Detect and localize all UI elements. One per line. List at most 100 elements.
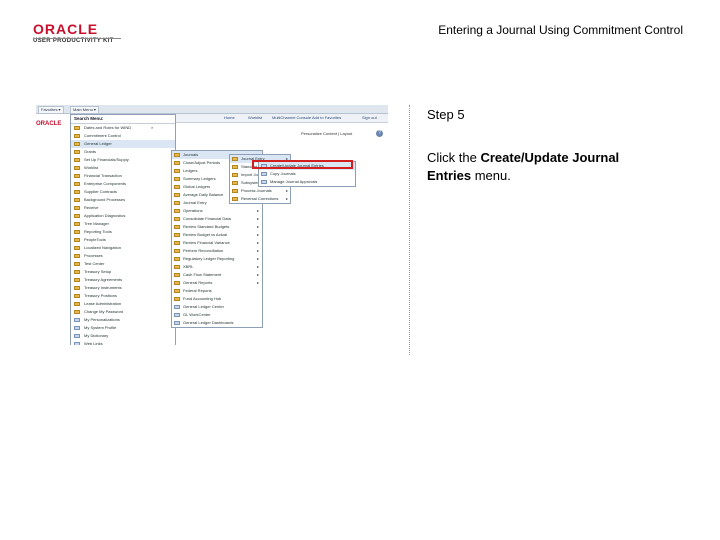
main-menu-item[interactable]: Treasury Instruments [71, 284, 175, 292]
general-ledger-submenu-item[interactable]: Consolidate Financial Data ▸ [172, 215, 262, 223]
general-ledger-submenu-item[interactable]: GL WorkCenter [172, 311, 262, 319]
folder-icon [174, 233, 180, 237]
main-menu-item[interactable]: Test Center [71, 260, 175, 268]
general-ledger-submenu-item[interactable]: Review Financial Variance ▸ [172, 239, 262, 247]
journal-entry-submenu-item[interactable]: Copy Journals [259, 170, 355, 178]
logo-rule [33, 38, 121, 39]
main-menu-item[interactable]: Reporting Tools [71, 228, 175, 236]
help-icon[interactable]: ? [376, 130, 383, 137]
chevron-right-icon: ▸ [256, 216, 259, 221]
main-menu-item-label: Web Links [84, 341, 103, 345]
tab-main-menu[interactable]: Main Menu ▾ [70, 106, 99, 114]
main-menu-item[interactable]: Set Up Financials/Supply [71, 156, 175, 164]
journal-entry-submenu-item-label: Manage Journal Approvals [270, 179, 318, 184]
folder-icon [174, 281, 180, 285]
main-menu-item-label: Application Diagnostics [84, 213, 126, 218]
folder-icon [174, 273, 180, 277]
main-menu-item[interactable]: Processes [71, 252, 175, 260]
main-menu-item[interactable]: Grants [71, 148, 175, 156]
document-icon [74, 326, 80, 330]
main-menu-item-label: Set Up Financials/Supply [84, 157, 129, 162]
main-menu-item[interactable]: Lease Administration [71, 300, 175, 308]
link-add-to-favorites[interactable]: Add to Favorites [312, 115, 341, 120]
folder-icon [74, 174, 80, 178]
main-menu-item[interactable]: Application Diagnostics [71, 212, 175, 220]
link-sign-out[interactable]: Sign out [362, 115, 377, 120]
main-menu-item[interactable]: Financial Transaction [71, 172, 175, 180]
general-ledger-submenu-item[interactable]: Federal Reports [172, 287, 262, 295]
document-icon [74, 342, 80, 345]
instruction-suffix: menu. [471, 168, 511, 183]
chevron-right-icon: ▸ [256, 256, 259, 261]
step-number: Step 5 [427, 107, 465, 122]
main-menu-item-label: Background Processes [84, 197, 126, 202]
document-icon [261, 180, 267, 184]
main-menu-item-label: Change My Password [84, 309, 124, 314]
main-menu-item[interactable]: Treasury Setup [71, 268, 175, 276]
main-menu-item[interactable]: Web Links [71, 340, 175, 345]
main-menu-item[interactable]: My System Profile [71, 324, 175, 332]
main-menu-item[interactable]: Background Processes [71, 196, 175, 204]
folder-icon [74, 254, 80, 258]
general-ledger-submenu-item[interactable]: Perform Reconciliation ▸ [172, 247, 262, 255]
main-menu-item[interactable]: Worklist [71, 164, 175, 172]
folder-icon [74, 158, 80, 162]
general-ledger-submenu-item[interactable]: Review Standard Budgets ▸ [172, 223, 262, 231]
main-menu-item[interactable]: My Personalizations [71, 316, 175, 324]
journal-entry-submenu-item[interactable]: Manage Journal Approvals [259, 178, 355, 186]
main-menu-item-label: PeopleTools [84, 237, 106, 242]
main-menu-item[interactable]: Change My Password [71, 308, 175, 316]
chevron-right-icon: ▸ [285, 188, 288, 193]
main-menu-item-label: Treasury Setup [84, 269, 112, 274]
general-ledger-submenu-item-label: GL WorkCenter [183, 312, 211, 317]
general-ledger-submenu-item[interactable]: Fund Accounting Hub [172, 295, 262, 303]
general-ledger-submenu-item-label: Journal Entry [183, 200, 207, 205]
general-ledger-submenu-item[interactable]: Operations ▸ [172, 207, 262, 215]
main-menu-item[interactable]: Supplier Contracts [71, 188, 175, 196]
main-menu-item[interactable]: Treasury Agreements [71, 276, 175, 284]
journals-submenu-item[interactable]: Process Journals ▸ [230, 187, 290, 195]
document-icon [174, 313, 180, 317]
personalize-links[interactable]: Personalize Content | Layout [301, 131, 352, 136]
general-ledger-submenu-item[interactable]: XBRL ▸ [172, 263, 262, 271]
journals-submenu-item[interactable]: Reversal Corrections ▸ [230, 195, 290, 203]
tab-favorites[interactable]: Favorites ▾ [38, 106, 64, 114]
main-menu-item[interactable]: Enterprise Components [71, 180, 175, 188]
general-ledger-submenu-item[interactable]: General Ledger Center [172, 303, 262, 311]
main-menu-item[interactable]: My Dictionary [71, 332, 175, 340]
general-ledger-submenu-item[interactable]: Cash Flow Statement ▸ [172, 271, 262, 279]
main-menu-item[interactable]: PeopleTools [71, 236, 175, 244]
folder-icon [74, 198, 80, 202]
chevron-right-icon: ▸ [256, 272, 259, 277]
main-menu-item[interactable]: General Ledger [71, 140, 175, 148]
main-menu-item[interactable]: Commitment Control [71, 132, 175, 140]
general-ledger-submenu-item-label: General Ledger Center [183, 304, 224, 309]
folder-icon [174, 217, 180, 221]
folder-icon [74, 286, 80, 290]
link-home[interactable]: Home [224, 115, 235, 120]
portal-tab-bar: Favorites ▾ Main Menu ▾ [36, 105, 388, 114]
main-menu-item[interactable]: Dates and Roles for WIND [71, 124, 175, 132]
document-icon [261, 172, 267, 176]
general-ledger-submenu-item-label: Operations [183, 208, 203, 213]
main-menu-item-label: My System Profile [84, 325, 117, 330]
main-menu-item-label: Treasury Agreements [84, 277, 123, 282]
general-ledger-submenu-item[interactable]: General Ledger Dashboards [172, 319, 262, 327]
link-worklist[interactable]: Worklist [248, 115, 262, 120]
main-menu-item-label: Reporting Tools [84, 229, 112, 234]
general-ledger-submenu-item[interactable]: Review Budget vs Actual ▸ [172, 231, 262, 239]
main-menu-item[interactable]: Treasury Positions [71, 292, 175, 300]
general-ledger-submenu-item[interactable]: General Reports ▸ [172, 279, 262, 287]
main-menu-item[interactable]: Tree Manager [71, 220, 175, 228]
general-ledger-submenu-item[interactable]: Regulatory Ledger Reporting ▸ [172, 255, 262, 263]
link-multichannel-console[interactable]: MultiChannel Console [272, 115, 311, 120]
main-menu-item-label: Financial Transaction [84, 173, 122, 178]
folder-icon [174, 177, 180, 181]
chevron-right-icon: ▸ [285, 196, 288, 201]
main-menu-item-label: General Ledger [84, 141, 112, 146]
main-menu-item[interactable]: Localized Navigation [71, 244, 175, 252]
main-menu-item[interactable]: Receive [71, 204, 175, 212]
folder-icon [74, 294, 80, 298]
folder-icon [174, 225, 180, 229]
folder-icon [174, 265, 180, 269]
